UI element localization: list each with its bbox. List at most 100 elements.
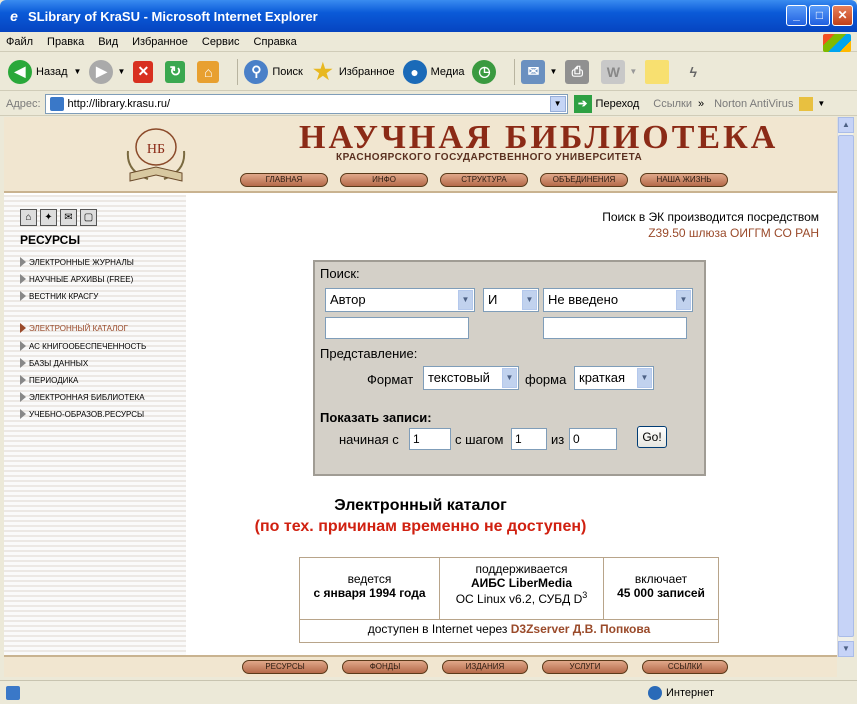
bnav-publications[interactable]: ИЗДАНИЯ [442, 660, 528, 674]
discuss-button[interactable] [645, 59, 673, 84]
mail-icon: ✉ [521, 59, 546, 84]
search-term2-input[interactable] [543, 317, 687, 339]
field2-select[interactable]: Не введено ▼ [543, 288, 693, 312]
toolbar-separator [514, 58, 516, 85]
norton-icon[interactable] [799, 96, 814, 111]
scroll-thumb[interactable] [838, 135, 854, 637]
triangle-icon [20, 409, 26, 419]
address-dropdown-icon[interactable]: ▼ [549, 95, 566, 112]
nav-info[interactable]: ИНФО [340, 173, 428, 187]
start-input[interactable]: 1 [409, 428, 451, 450]
favorites-button[interactable]: ★ Избранное [311, 58, 395, 84]
site-header: НБ НАУЧНАЯ БИБЛИОТЕКА КРАСНОЯРСКОГО ГОСУ… [4, 117, 837, 193]
mail-icon[interactable]: ✉ [60, 209, 77, 226]
sidebar-item-periodicals[interactable]: ПЕРИОДИКА [20, 375, 78, 385]
home-icon[interactable]: ⌂ [20, 209, 37, 226]
go-arrow-icon[interactable]: ➔ [573, 94, 592, 113]
scroll-down-icon[interactable]: ▼ [838, 641, 854, 657]
scroll-up-icon[interactable]: ▲ [838, 117, 854, 133]
sidebar-item-ejournals[interactable]: ЭЛЕКТРОННЫЕ ЖУРНАЛЫ [20, 257, 134, 267]
nav-associations[interactable]: ОБЪЕДИНЕНИЯ [540, 173, 628, 187]
home-button[interactable]: ⌂ [197, 60, 223, 83]
catalog-info-table: ведется с января 1994 года поддерживается… [299, 557, 719, 643]
close-button[interactable]: ✕ [832, 5, 853, 26]
menu-view[interactable]: Вид [98, 36, 118, 48]
history-button[interactable]: ◷ [472, 59, 500, 84]
go-button[interactable]: Go! [637, 426, 667, 448]
of-input[interactable]: 0 [569, 428, 617, 450]
go-button[interactable]: Переход [596, 98, 640, 110]
vertical-scrollbar[interactable]: ▲ ▼ [837, 117, 854, 657]
form-select[interactable]: краткая ▼ [574, 366, 654, 390]
back-arrow-icon: ◀ [8, 59, 32, 84]
sidebar-item-archives[interactable]: НАУЧНЫЕ АРХИВЫ (FREE) [20, 274, 133, 284]
menu-file[interactable]: Файл [6, 36, 33, 48]
field-select[interactable]: Автор ▼ [325, 288, 475, 312]
site-subtitle: КРАСНОЯРСКОГО ГОСУДАРСТВЕННОГО УНИВЕРСИТ… [336, 152, 643, 163]
menu-help[interactable]: Справка [254, 36, 297, 48]
sidebar-item-bookprovision[interactable]: АС КНИГООБЕСПЕЧЕННОСТЬ [20, 341, 146, 351]
sidebar-item-elibrary[interactable]: ЭЛЕКТРОННАЯ БИБЛИОТЕКА [20, 392, 145, 402]
chevron-down-icon: ▼ [522, 290, 537, 310]
address-label: Адрес: [6, 97, 41, 110]
home-icon: ⌂ [197, 60, 220, 83]
address-input[interactable]: http://library.krasu.ru/ ▼ [44, 93, 568, 114]
sidebar-item-ecatalog[interactable]: ЭЛЕКТРОННЫЙ КАТАЛОГ [20, 323, 128, 333]
sidebar-item-databases[interactable]: БАЗЫ ДАННЫХ [20, 358, 88, 368]
bnav-resources[interactable]: РЕСУРСЫ [242, 660, 328, 674]
triangle-icon [20, 274, 26, 284]
search-button[interactable]: ⚲ Поиск [244, 59, 303, 84]
resources-title: РЕСУРСЫ [20, 233, 81, 247]
bnav-links[interactable]: ССЫЛКИ [642, 660, 728, 674]
page-icon[interactable]: ▢ [80, 209, 97, 226]
show-records-label: Показать записи: [320, 410, 432, 425]
step-input[interactable]: 1 [511, 428, 547, 450]
forward-button[interactable]: ▶ ▼ [89, 59, 125, 84]
sidebar-item-edu-resources[interactable]: УЧЕБНО-ОБРАЗОВ.РЕСУРСЫ [20, 409, 144, 419]
gateway-link[interactable]: Z39.50 шлюза ОИГГМ СО РАН [602, 225, 819, 241]
info-footer: доступен в Internet через D3Zserver Д.В.… [367, 622, 651, 636]
format-select[interactable]: текстовый ▼ [423, 366, 519, 390]
links-label[interactable]: Ссылки [653, 98, 692, 110]
d3zserver-link[interactable]: D3Zserver Д.В. Попкова [511, 622, 651, 636]
refresh-button[interactable]: ↻ [165, 60, 189, 83]
ie-icon: e [10, 8, 18, 24]
status-bar: Интернет [0, 680, 857, 704]
print-button[interactable]: ⎙ [565, 59, 593, 84]
refresh-icon: ↻ [165, 60, 186, 83]
norton-dropdown-icon[interactable]: ▼ [817, 99, 825, 108]
triangle-icon [20, 375, 26, 385]
star-icon: ★ [312, 58, 333, 84]
edit-button[interactable]: W ▼ [601, 59, 637, 84]
bnav-funds[interactable]: ФОНДЫ [342, 660, 428, 674]
norton-label[interactable]: Norton AntiVirus [714, 98, 793, 110]
nav-structure[interactable]: СТРУКТУРА [440, 173, 528, 187]
minimize-button[interactable]: _ [786, 5, 807, 26]
menu-tools[interactable]: Сервис [202, 36, 240, 48]
nav-our-life[interactable]: НАША ЖИЗНЬ [640, 173, 728, 187]
back-button[interactable]: ◀ Назад ▼ [8, 59, 81, 84]
sidebar-item-vestnik[interactable]: ВЕСТНИК КРАСГУ [20, 291, 98, 301]
nav-main[interactable]: ГЛАВНАЯ [240, 173, 328, 187]
mail-button[interactable]: ✉ ▼ [521, 59, 557, 84]
word-icon: W [601, 59, 626, 84]
bnav-services[interactable]: УСЛУГИ [542, 660, 628, 674]
start-label: начиная с [339, 432, 399, 447]
messenger-button[interactable]: ϟ [681, 60, 709, 84]
media-button[interactable]: ● Медиа [402, 59, 464, 84]
menu-edit[interactable]: Правка [47, 36, 84, 48]
stop-button[interactable]: ✕ [133, 60, 157, 83]
chevron-down-icon: ▼ [502, 368, 517, 388]
chevron-right-icon[interactable]: » [698, 98, 704, 110]
maximize-button[interactable]: □ [809, 5, 830, 26]
windows-logo-icon [823, 34, 851, 52]
menu-bar: Файл Правка Вид Избранное Сервис Справка [0, 32, 857, 52]
sitemap-icon[interactable]: ✦ [40, 209, 57, 226]
search-icon: ⚲ [244, 59, 269, 84]
window-titlebar: e SLibrary of KraSU - Microsoft Internet… [0, 0, 857, 32]
menu-favorites[interactable]: Избранное [132, 36, 188, 48]
search-term-input[interactable] [325, 317, 469, 339]
page-content: НБ НАУЧНАЯ БИБЛИОТЕКА КРАСНОЯРСКОГО ГОСУ… [4, 117, 837, 677]
triangle-icon [20, 392, 26, 402]
operator-select[interactable]: И ▼ [483, 288, 539, 312]
